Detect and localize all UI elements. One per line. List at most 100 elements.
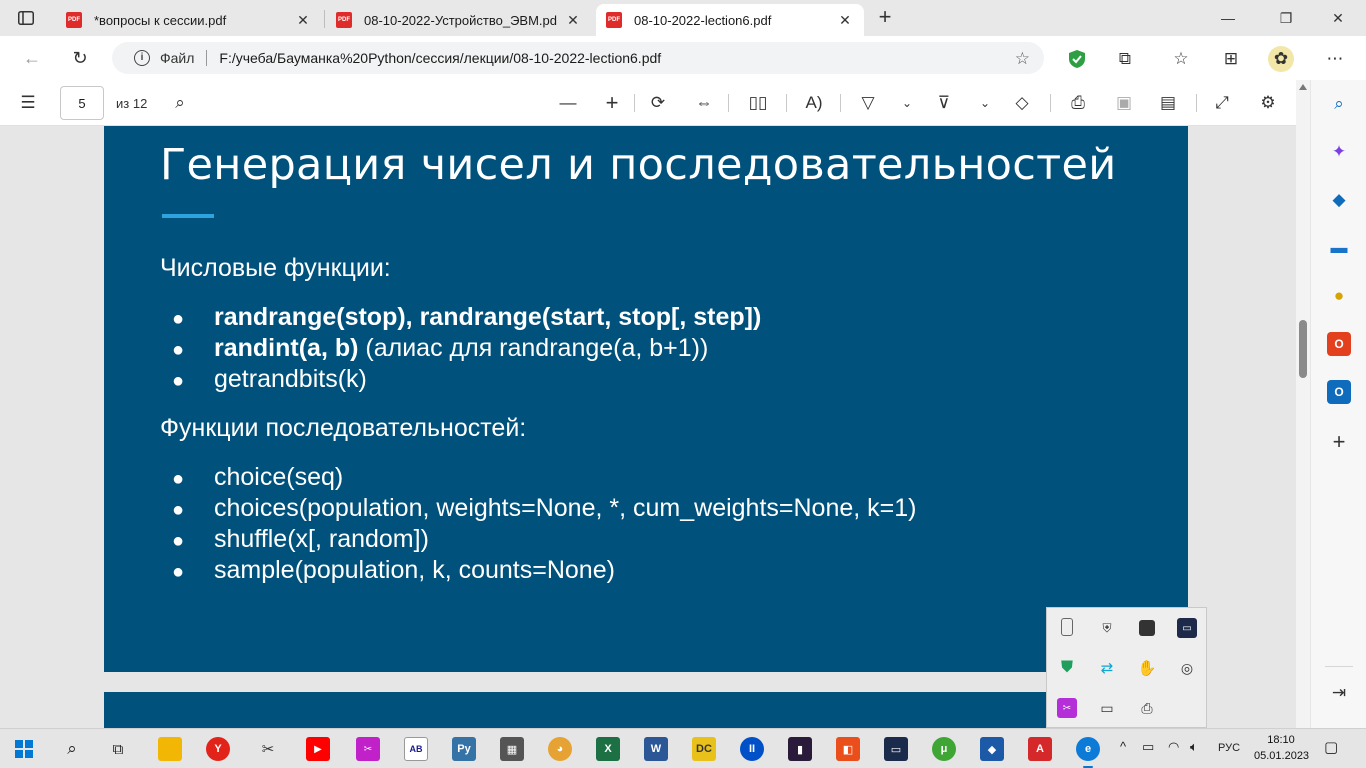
close-icon[interactable]: ✕ [564, 12, 582, 29]
copilot-icon[interactable]: ✦ [1327, 140, 1351, 164]
excel-icon[interactable]: X [596, 737, 620, 761]
clock[interactable]: 18:10 05.01.2023 [1254, 732, 1309, 764]
favorites-icon[interactable]: ☆ [1168, 46, 1194, 72]
utorrent-icon[interactable]: μ [932, 737, 956, 761]
python-icon[interactable]: Py [452, 737, 476, 761]
url-text[interactable]: F:/учеба/Бауманка%20Python/сессия/лекции… [219, 50, 661, 66]
security-shield-icon[interactable]: ⛊ [1057, 658, 1077, 678]
pause-app-icon[interactable]: II [740, 737, 764, 761]
slide-page-5: Генерация чисел и последовательностей Чи… [104, 126, 1188, 672]
eraser-icon[interactable]: ◇ [1010, 90, 1034, 116]
tools-icon[interactable]: ▬ [1327, 236, 1351, 260]
dc-app-icon[interactable]: DC [692, 737, 716, 761]
display-icon[interactable]: ▭ [1097, 698, 1117, 718]
print-icon[interactable]: ⎙ [1066, 90, 1090, 116]
zoom-in-icon[interactable]: + [600, 90, 624, 116]
collections-icon[interactable]: ⊞ [1218, 46, 1244, 72]
search-icon[interactable]: ⌕ [168, 90, 192, 116]
restore-icon[interactable]: ❐ [1266, 6, 1306, 30]
scroll-up-icon[interactable] [1299, 84, 1307, 90]
outlook-icon[interactable]: O [1327, 380, 1351, 404]
save-as-icon[interactable]: ▤ [1156, 90, 1180, 116]
fullscreen-icon[interactable]: ⤢ [1210, 90, 1234, 116]
battery-icon[interactable]: ▭ [1142, 739, 1154, 755]
read-aloud-icon[interactable]: A) [802, 90, 826, 116]
page-number-input[interactable]: 5 [60, 86, 104, 120]
monitor-icon[interactable]: ▭ [1177, 618, 1197, 638]
extensions-icon[interactable]: ⧉ [1112, 46, 1138, 72]
image-viewer-icon[interactable]: ◧ [836, 737, 860, 761]
games-icon[interactable]: ● [1327, 284, 1351, 308]
shield-icon[interactable]: ⛨ [1097, 618, 1117, 638]
cut-app-icon[interactable]: ✂ [356, 737, 380, 761]
abbyy-icon[interactable]: AB [404, 737, 428, 761]
sync-icon[interactable]: ⇄ [1097, 658, 1117, 678]
scroll-thumb[interactable] [1299, 320, 1307, 378]
office-icon[interactable]: O [1327, 332, 1351, 356]
shopping-tag-icon[interactable]: ◆ [1327, 188, 1351, 212]
url-box[interactable]: i Файл F:/учеба/Бауманка%20Python/сессия… [112, 42, 1044, 74]
shield-extension-icon[interactable] [1064, 46, 1090, 72]
calculator-icon[interactable]: ▦ [500, 737, 524, 761]
contents-icon[interactable]: ☰ [16, 90, 40, 116]
task-view-icon[interactable]: ⧉ [106, 737, 130, 761]
page-view-icon[interactable]: ▯▯ [746, 90, 770, 116]
wifi-icon[interactable]: ◠ [1168, 739, 1179, 755]
tab-voprosy[interactable]: PDF *вопросы к сессии.pdf ✕ [56, 4, 322, 36]
film-icon[interactable] [1139, 620, 1155, 636]
toolbar-divider [786, 94, 787, 112]
more-menu-icon[interactable]: ⋯ [1322, 46, 1348, 72]
start-icon[interactable] [12, 737, 36, 761]
minimize-icon[interactable]: — [1208, 6, 1248, 30]
hand-icon[interactable]: ✋ [1137, 658, 1157, 678]
bullet-dot: ● [172, 561, 185, 583]
paint-icon[interactable]: ◕ [548, 737, 572, 761]
cloud-app-icon[interactable]: ✂ [1057, 698, 1077, 718]
usb-icon[interactable] [1061, 618, 1073, 636]
search-icon[interactable]: ⌕ [1327, 92, 1351, 116]
word-icon[interactable]: W [644, 737, 668, 761]
tab-actions-icon[interactable] [12, 6, 40, 30]
tab-lection6[interactable]: PDF 08-10-2022-lection6.pdf ✕ [596, 4, 864, 36]
yandex-browser-icon[interactable]: Y [206, 737, 230, 761]
new-tab-button[interactable]: + [872, 6, 898, 30]
printer-icon[interactable]: ⎙ [1137, 698, 1157, 718]
draw-icon[interactable]: ▽ [856, 90, 880, 116]
list-item-sample: sample(population, k, counts=None) [214, 556, 615, 584]
tab-ustroystvo-evm[interactable]: PDF 08-10-2022-Устройство_ЭВМ.pd ✕ [326, 4, 592, 36]
close-icon[interactable]: ✕ [294, 12, 312, 29]
highlight-icon[interactable]: ⊽ [932, 90, 956, 116]
autocad-icon[interactable]: A [1028, 737, 1052, 761]
file-explorer-icon[interactable] [158, 737, 182, 761]
chevron-up-icon[interactable]: ^ [1120, 739, 1126, 754]
zoom-out-icon[interactable]: — [556, 90, 580, 116]
chevron-down-icon[interactable]: ⌄ [898, 90, 916, 116]
refresh-icon[interactable]: ↻ [68, 46, 92, 70]
fit-width-icon[interactable]: ⇔ [692, 90, 716, 116]
save-icon[interactable]: ▣ [1112, 90, 1136, 116]
virtualbox-icon[interactable]: ◆ [980, 737, 1004, 761]
edge-browser-icon[interactable]: e [1076, 737, 1100, 761]
youtube-icon[interactable]: ▶ [306, 737, 330, 761]
search-icon[interactable]: ⌕ [60, 737, 84, 761]
add-favorite-icon[interactable]: ☆ [1015, 49, 1030, 69]
close-icon[interactable]: ✕ [836, 12, 854, 29]
notifications-icon[interactable]: ▢ [1324, 738, 1338, 756]
remote-desktop-icon[interactable]: ▭ [884, 737, 908, 761]
list-item-text: randrange(stop), randrange(start, stop[,… [214, 303, 762, 331]
media-app-icon[interactable]: ▮ [788, 737, 812, 761]
add-icon[interactable]: + [1327, 429, 1351, 454]
back-icon[interactable]: ← [20, 46, 44, 70]
hide-sidebar-icon[interactable]: ⇥ [1327, 681, 1351, 705]
settings-icon[interactable]: ⚙ [1256, 90, 1280, 116]
rotate-icon[interactable]: ⟳ [646, 90, 670, 116]
language-indicator[interactable]: РУС [1218, 742, 1240, 754]
info-icon[interactable]: i [134, 50, 150, 66]
volume-icon[interactable]: 🔈︎ [1190, 739, 1198, 755]
webcam-icon[interactable]: ◎ [1177, 658, 1197, 678]
chevron-down-icon[interactable]: ⌄ [976, 90, 994, 116]
profile-avatar[interactable]: ✿ [1268, 46, 1294, 72]
close-window-icon[interactable]: ✕ [1318, 6, 1358, 30]
snipping-tool-icon[interactable]: ✂ [256, 737, 280, 761]
vertical-scrollbar[interactable] [1296, 80, 1310, 728]
